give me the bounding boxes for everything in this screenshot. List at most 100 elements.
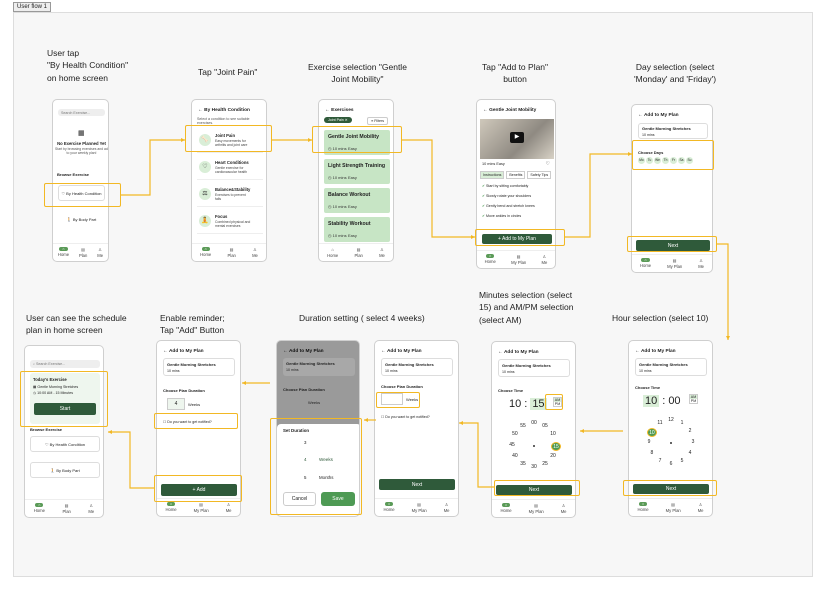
clock-label[interactable]: 12 bbox=[666, 417, 676, 423]
nav-plan[interactable]: ▤ Plan bbox=[79, 247, 87, 258]
nav-my-plan[interactable]: ▤ My Plan bbox=[194, 502, 209, 513]
clock-label[interactable]: 2 bbox=[685, 428, 695, 434]
tab[interactable]: Instructions bbox=[480, 171, 505, 179]
user-icon: ♙ bbox=[89, 503, 94, 508]
nav-home[interactable]: ⌂ Home bbox=[327, 247, 338, 258]
clock-label[interactable]: 5 bbox=[677, 458, 687, 464]
caption-step5: Day selection (select 'Monday' and 'Frid… bbox=[634, 62, 717, 85]
clock-label[interactable]: 7 bbox=[655, 458, 665, 464]
filter-chip[interactable]: Joint Pain ✕ bbox=[324, 117, 352, 123]
nav-me[interactable]: ♙ Me bbox=[542, 254, 548, 265]
condition-item[interactable]: ♡ Heart Conditions Gentle exercise for car… bbox=[197, 158, 263, 180]
clock-label[interactable]: 15 bbox=[551, 442, 561, 451]
back-title[interactable]: ← Add to My Plan bbox=[163, 349, 204, 354]
back-title[interactable]: ← Gentle Joint Mobility bbox=[483, 108, 536, 113]
plan-icon: ▤ bbox=[671, 502, 676, 507]
back-title[interactable]: ← Add to My Plan bbox=[283, 349, 324, 354]
nav-plan[interactable]: ▤ Plan bbox=[62, 503, 70, 514]
clock-label[interactable]: 8 bbox=[647, 450, 657, 456]
clock-label[interactable]: 40 bbox=[510, 453, 520, 459]
nav-home[interactable]: ⌂ Home bbox=[383, 502, 395, 512]
notify-checkbox[interactable]: ☐ Do you want to get notified? bbox=[381, 415, 430, 419]
clock-label[interactable]: 35 bbox=[518, 461, 528, 467]
back-title[interactable]: ← Add to My Plan bbox=[498, 350, 539, 355]
filters-button[interactable]: ≡ Filters bbox=[367, 117, 388, 125]
nav-home[interactable]: ⌂ Home bbox=[200, 247, 211, 257]
nav-plan[interactable]: ▤ Plan bbox=[227, 247, 235, 258]
nav-plan[interactable]: ▤ Plan bbox=[354, 247, 362, 258]
clock-label[interactable]: 50 bbox=[510, 431, 520, 437]
subtitle: Select a condition to see suitable exerc… bbox=[197, 117, 250, 125]
nav-my-plan[interactable]: ▤ My Plan bbox=[412, 502, 427, 513]
nav-me[interactable]: ♙ Me bbox=[444, 502, 450, 513]
back-title[interactable]: ← Add to My Plan bbox=[638, 113, 679, 118]
clock-label[interactable]: 9 bbox=[644, 439, 654, 445]
search-input[interactable]: ⌕ Search Exercise... bbox=[30, 360, 100, 368]
next-button[interactable]: Next bbox=[379, 479, 455, 490]
nav-home[interactable]: ⌂ Home bbox=[500, 503, 512, 513]
nav-me[interactable]: ♙ Me bbox=[252, 247, 258, 258]
tab[interactable]: Safety Tips bbox=[527, 171, 552, 179]
by-body-part-button[interactable]: 🚶 By Body Part bbox=[30, 462, 100, 478]
hour-field[interactable]: 10 bbox=[509, 398, 521, 410]
minute-clock[interactable]: 00 05 10 15 20 25 30 35 40 45 50 55 bbox=[506, 418, 562, 474]
clock-label[interactable]: 25 bbox=[540, 461, 550, 467]
search-input[interactable]: Search Exercise... bbox=[58, 109, 105, 116]
clock-label[interactable]: 11 bbox=[655, 420, 665, 426]
clock-label[interactable]: 30 bbox=[529, 464, 539, 470]
clock-label[interactable]: 45 bbox=[507, 442, 517, 448]
pm-option[interactable]: PM bbox=[690, 399, 697, 403]
nav-home[interactable]: ⌂ Home bbox=[637, 502, 649, 512]
nav-me[interactable]: ♙ Me bbox=[97, 247, 103, 258]
back-title[interactable]: ← Add to My Plan bbox=[381, 349, 422, 354]
by-body-part-button[interactable]: 🚶 By Body Part bbox=[58, 211, 105, 227]
nav-me-label: Me bbox=[225, 508, 232, 513]
play-icon[interactable]: ▶ bbox=[510, 132, 524, 143]
clock-label[interactable]: 10 bbox=[548, 431, 558, 437]
back-title[interactable]: ← Add to My Plan bbox=[635, 349, 676, 354]
condition-item[interactable]: 🧘 Focus Combined physical and mental exerc… bbox=[197, 212, 263, 234]
clock-label[interactable]: 00 bbox=[529, 420, 539, 426]
by-health-condition-button[interactable]: ♡ By Health Condition bbox=[30, 436, 100, 452]
exercise-card[interactable]: Stability Workout ◷ 10 mins Easy bbox=[324, 217, 390, 242]
screen-duration: ← Add to My Plan Gentle Morning Stretche… bbox=[374, 340, 459, 517]
clock-label[interactable]: 05 bbox=[540, 423, 550, 429]
condition-item[interactable]: ⚖ Balance&Stability Exercises to prevent f… bbox=[197, 185, 263, 207]
home-icon: ⌂ bbox=[486, 254, 495, 258]
heart-icon[interactable]: ♡ bbox=[546, 161, 550, 167]
nav-me[interactable]: ♙ Me bbox=[561, 503, 567, 514]
nav-me[interactable]: ♙ Me bbox=[88, 503, 94, 514]
clock-label[interactable]: 55 bbox=[518, 423, 528, 429]
clock-label[interactable]: 3 bbox=[688, 439, 698, 445]
video-thumbnail[interactable]: ▶ bbox=[480, 119, 554, 159]
nav-my-plan[interactable]: ▤ My Plan bbox=[529, 503, 544, 514]
exercise-card[interactable]: Light Strength Training ◷ 10 mins Easy bbox=[324, 159, 390, 184]
clock-label[interactable]: 20 bbox=[548, 453, 558, 459]
back-title[interactable]: ← Exercises bbox=[325, 108, 354, 113]
nav-my-plan[interactable]: ▤ My Plan bbox=[511, 254, 526, 265]
tab[interactable]: Benefits bbox=[506, 171, 526, 179]
minute-field[interactable]: 00 bbox=[668, 395, 680, 407]
nav-me[interactable]: ♙ Me bbox=[226, 502, 232, 513]
nav-home[interactable]: ⌂ Home bbox=[34, 503, 45, 513]
back-title[interactable]: ← By Health Condition bbox=[198, 108, 250, 113]
clock-label[interactable]: 10 bbox=[646, 428, 657, 437]
nav-home[interactable]: ⌂ Home bbox=[58, 247, 69, 257]
exercise-card[interactable]: Balance Workout ◷ 10 mins Easy bbox=[324, 188, 390, 213]
choose-time-label: Choose Time bbox=[635, 385, 661, 390]
hour-clock[interactable]: 12 1 2 3 4 5 6 7 8 9 10 11 bbox=[643, 415, 699, 471]
nav-home[interactable]: ⌂ Home bbox=[485, 254, 496, 264]
nav-me[interactable]: ♙ Me bbox=[698, 502, 704, 513]
clock-label[interactable]: 6 bbox=[666, 461, 676, 467]
nav-home[interactable]: ⌂ Home bbox=[640, 258, 651, 268]
hour-field[interactable]: 10 bbox=[643, 395, 660, 407]
duration-input[interactable]: 4 bbox=[167, 398, 185, 410]
nav-me[interactable]: ♙ Me bbox=[698, 258, 704, 269]
clock-label[interactable]: 1 bbox=[677, 420, 687, 426]
ampm-toggle[interactable]: AM PM bbox=[689, 394, 698, 404]
nav-me[interactable]: ♙ Me bbox=[379, 247, 385, 258]
nav-home[interactable]: ⌂ Home bbox=[165, 502, 177, 512]
nav-my-plan[interactable]: ▤ My Plan bbox=[667, 258, 682, 269]
clock-label[interactable]: 4 bbox=[685, 450, 695, 456]
nav-my-plan[interactable]: ▤ My Plan bbox=[666, 502, 681, 513]
